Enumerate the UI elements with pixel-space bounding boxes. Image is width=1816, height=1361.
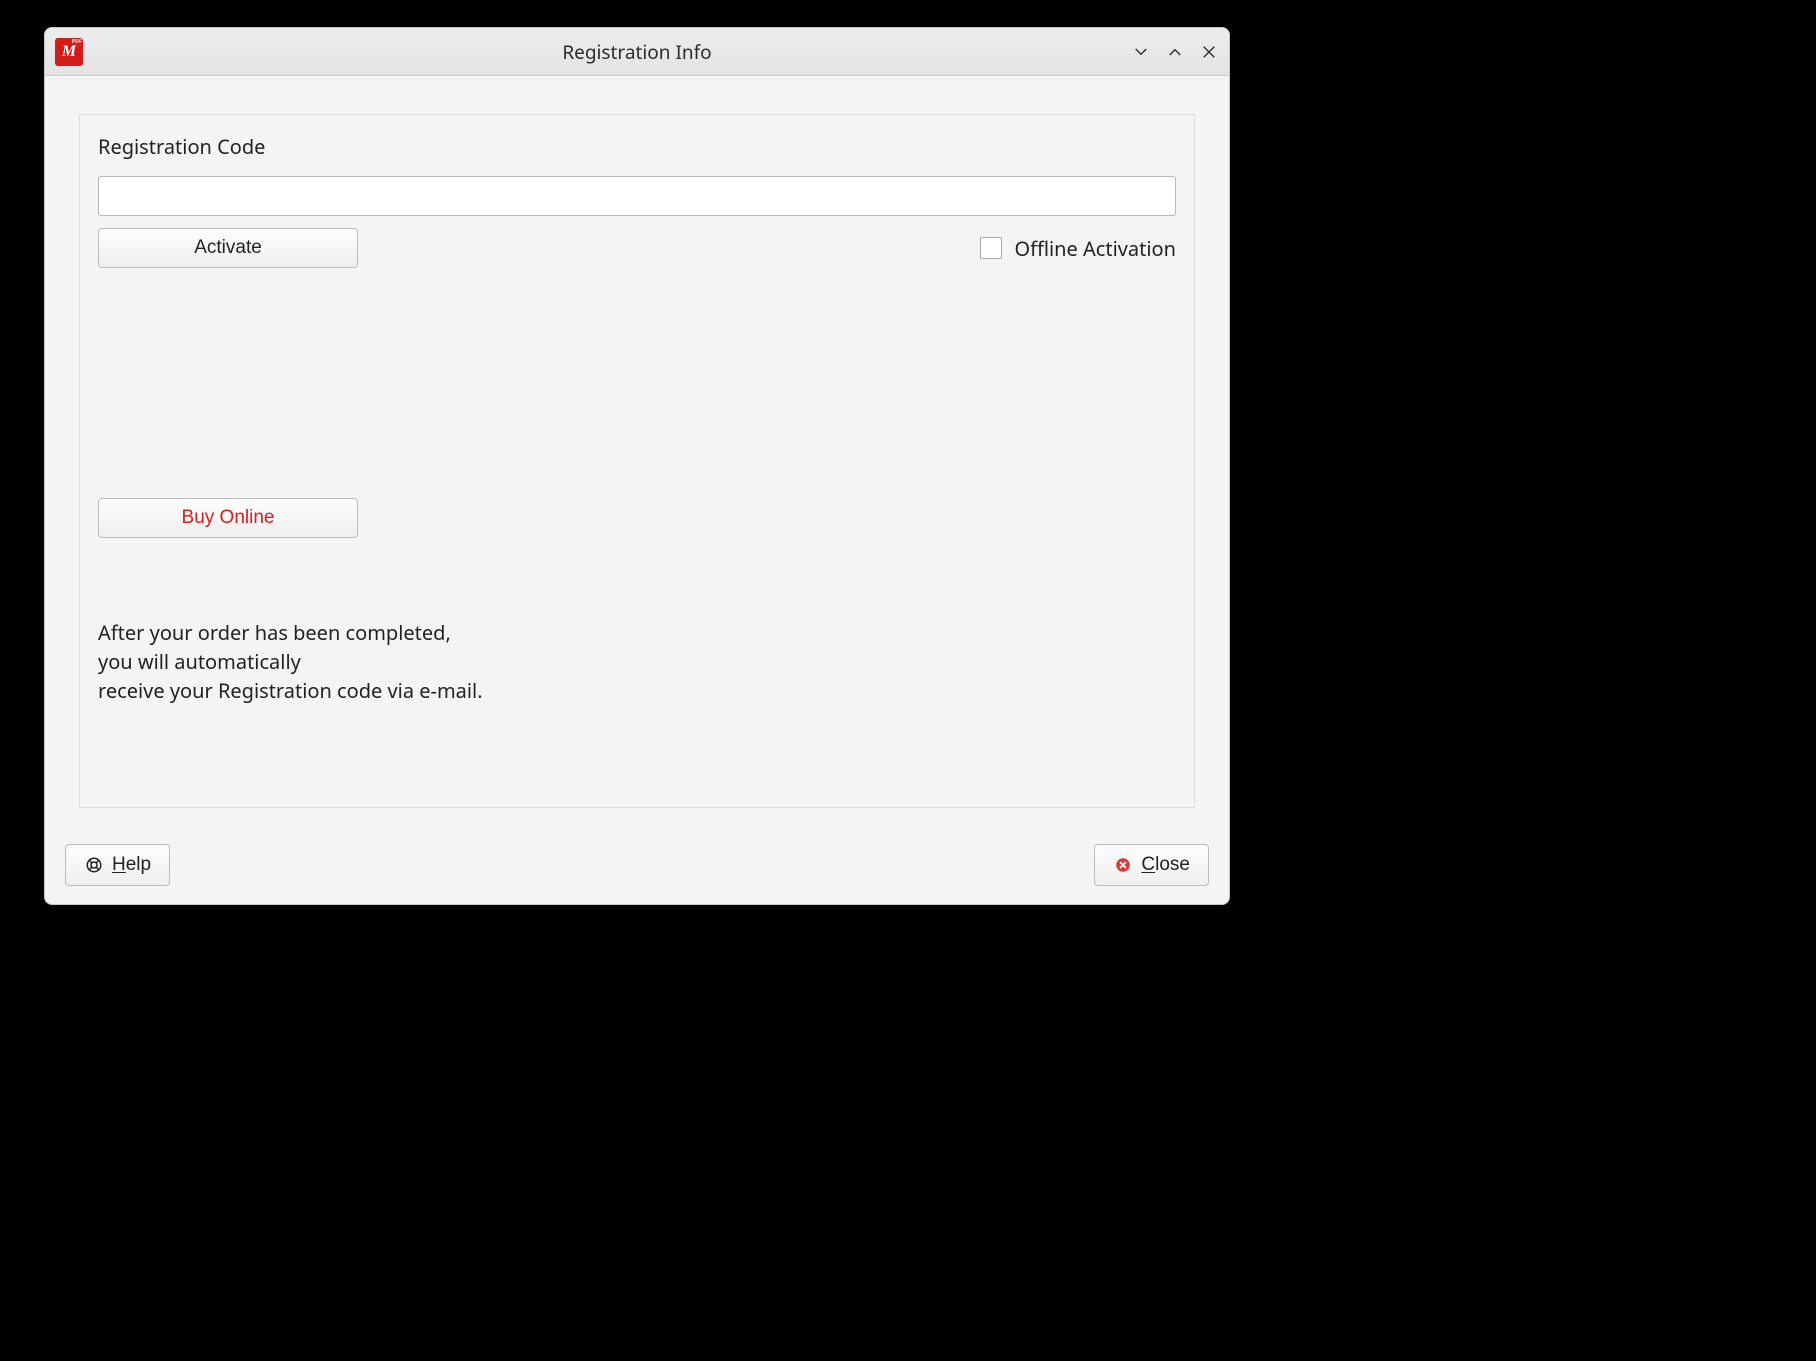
titlebar[interactable]: Registration Info xyxy=(45,28,1229,76)
offline-activation-checkbox[interactable]: Offline Activation xyxy=(980,235,1176,262)
chevron-up-icon xyxy=(1166,43,1184,61)
error-circle-icon xyxy=(1113,855,1133,875)
close-icon xyxy=(1200,43,1218,61)
close-button[interactable]: Close xyxy=(1094,844,1209,886)
registration-code-label: Registration Code xyxy=(98,133,1176,160)
buy-online-button[interactable]: Buy Online xyxy=(98,498,358,538)
window-controls xyxy=(1131,42,1219,62)
registration-dialog: Registration Info Registration Code Acti… xyxy=(44,27,1230,905)
chevron-down-icon xyxy=(1132,43,1150,61)
help-button[interactable]: Help xyxy=(65,844,170,886)
registration-code-input[interactable] xyxy=(98,176,1176,216)
minimize-button[interactable] xyxy=(1131,42,1151,62)
offline-activation-label: Offline Activation xyxy=(1014,235,1176,262)
offline-activation-input[interactable] xyxy=(980,237,1002,259)
order-info-text: After your order has been completed, you… xyxy=(98,618,1176,705)
lifebuoy-icon xyxy=(84,855,104,875)
registration-panel: Registration Code Activate Offline Activ… xyxy=(79,114,1195,808)
help-button-label: Help xyxy=(112,854,151,876)
pdf-app-icon xyxy=(55,38,83,66)
dialog-footer: Help Close xyxy=(45,826,1229,904)
window-title: Registration Info xyxy=(45,39,1229,65)
activate-button[interactable]: Activate xyxy=(98,228,358,268)
dialog-content: Registration Code Activate Offline Activ… xyxy=(45,76,1229,826)
maximize-button[interactable] xyxy=(1165,42,1185,62)
close-window-button[interactable] xyxy=(1199,42,1219,62)
close-button-label: Close xyxy=(1141,854,1190,876)
